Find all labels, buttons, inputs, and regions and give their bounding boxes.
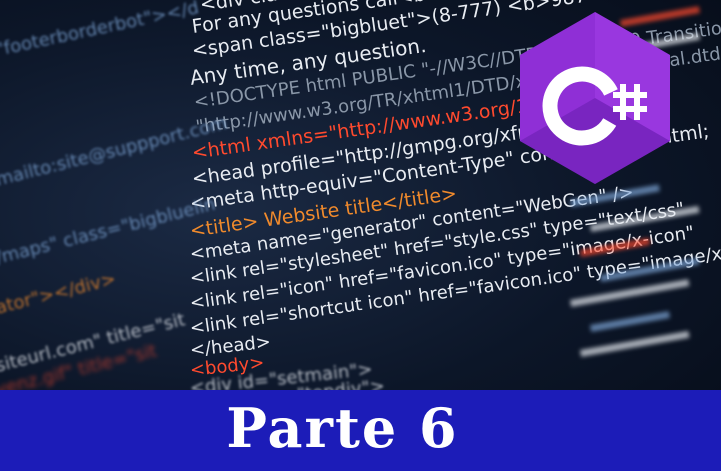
code-fragment: /maps" class="bigbluelin <box>0 193 218 269</box>
thumbnail-image: <div class="..."> For any questions call… <box>0 0 721 471</box>
csharp-logo-icon <box>520 12 670 184</box>
title-banner: Parte 6 <box>0 390 721 471</box>
code-fragment: "footerborderbot"></d <box>0 0 201 61</box>
code-fragment: ator"></div> <box>0 268 119 319</box>
banner-title: Parte 6 <box>226 396 459 460</box>
